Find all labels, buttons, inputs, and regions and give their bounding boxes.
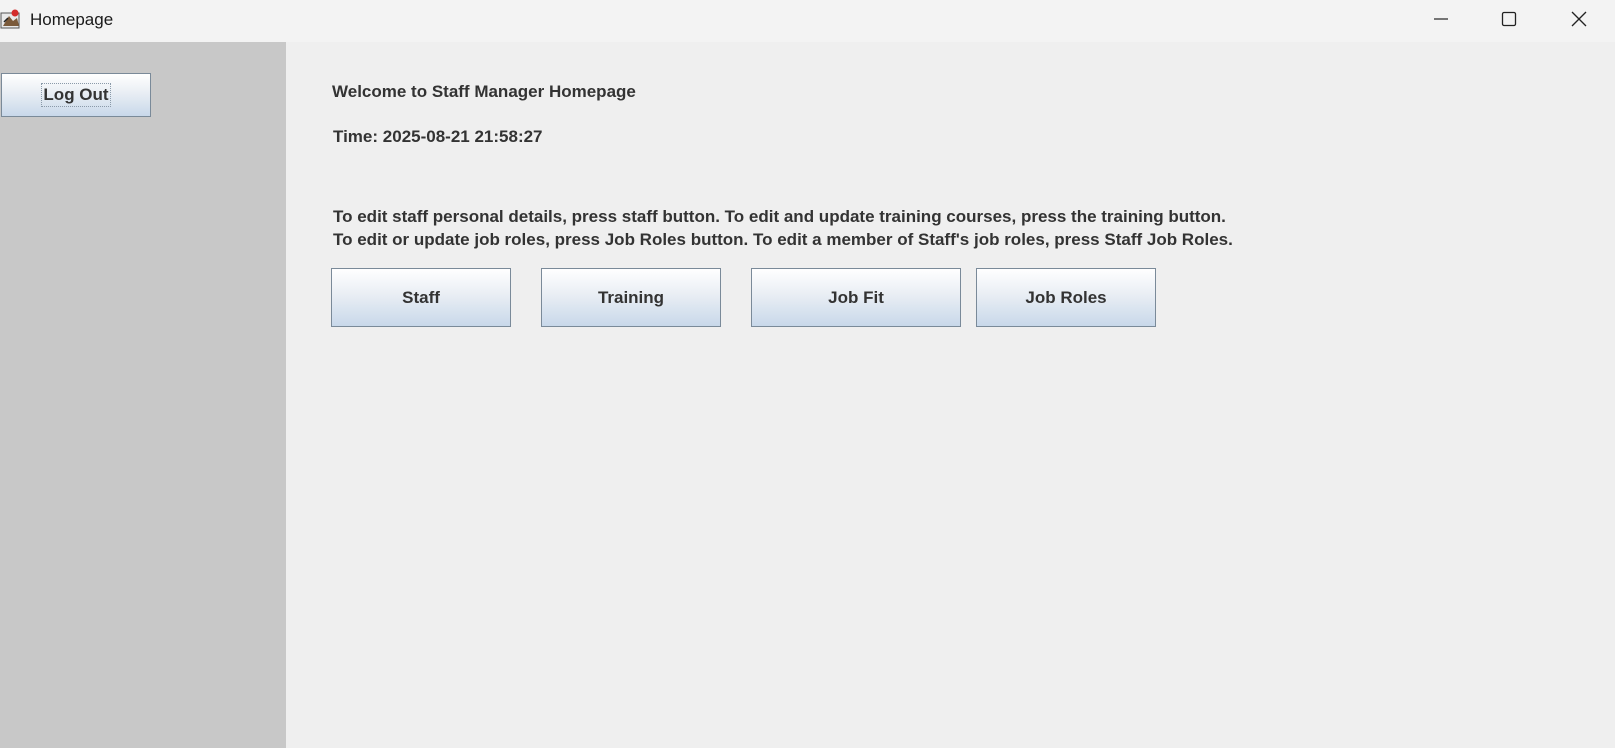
staff-button-label: Staff (402, 287, 440, 307)
maximize-icon (1501, 11, 1517, 32)
close-icon (1570, 10, 1588, 33)
maximize-button[interactable] (1475, 0, 1543, 42)
job-fit-button[interactable]: Job Fit (751, 268, 961, 327)
logout-label: Log Out (41, 83, 111, 107)
job-roles-button[interactable]: Job Roles (976, 268, 1156, 327)
time-value: 2025-08-21 21:58:27 (382, 127, 543, 146)
job-fit-button-label: Job Fit (828, 287, 884, 307)
main-panel: Welcome to Staff Manager Homepage Time: … (286, 42, 1615, 748)
title-bar: Homepage (0, 0, 1615, 42)
close-button[interactable] (1545, 0, 1613, 42)
job-roles-button-label: Job Roles (1025, 287, 1107, 307)
staff-button[interactable]: Staff (331, 268, 511, 327)
java-app-icon (0, 8, 22, 30)
training-button[interactable]: Training (541, 268, 721, 327)
welcome-heading: Welcome to Staff Manager Homepage (332, 82, 636, 101)
window-title: Homepage (30, 10, 114, 29)
time-display: Time: 2025-08-21 21:58:27 (333, 127, 543, 147)
minimize-button[interactable] (1407, 0, 1475, 42)
app-window: Homepage Log Out Welcome to Staff Manage… (0, 0, 1615, 748)
instruction-line-2: To edit or update job roles, press Job R… (333, 230, 1233, 249)
training-button-label: Training (597, 287, 665, 307)
time-label: Time: (333, 127, 379, 146)
instruction-line-1: To edit staff personal details, press st… (333, 207, 1226, 226)
minimize-icon (1433, 11, 1449, 32)
sidebar: Log Out (0, 42, 286, 748)
logout-button[interactable]: Log Out (1, 73, 151, 117)
